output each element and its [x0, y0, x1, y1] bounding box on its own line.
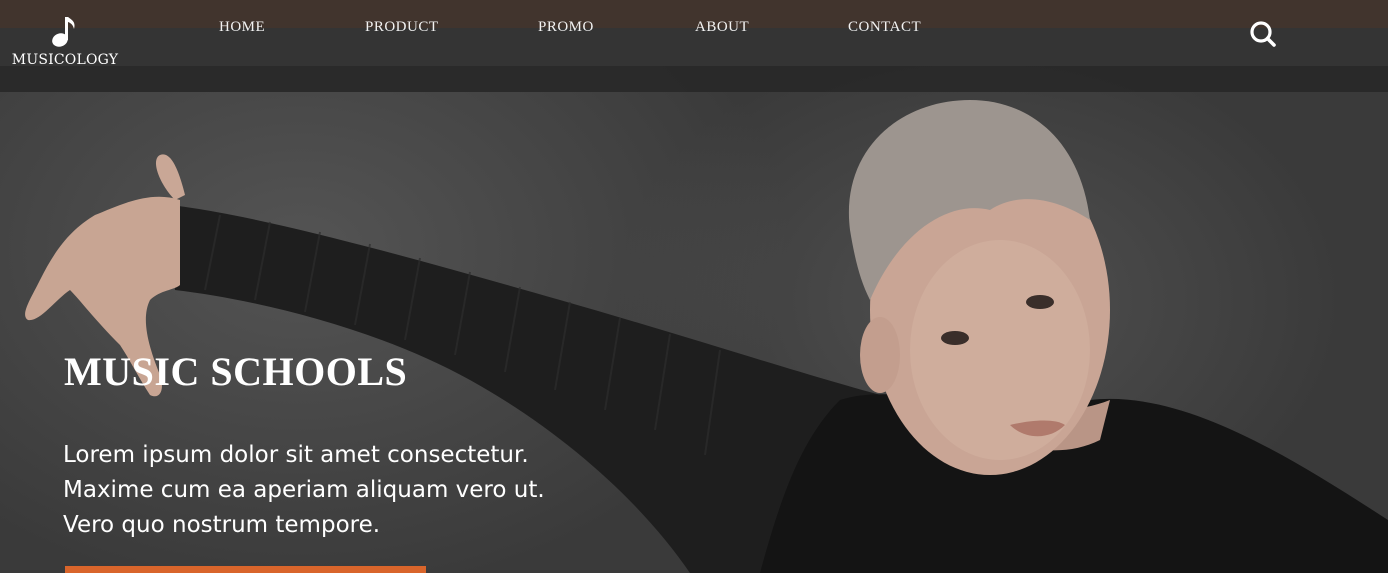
- search-icon: [1250, 21, 1276, 47]
- page: MUSICOLOGY HOME PRODUCT PROMO ABOUT CONT…: [0, 0, 1388, 573]
- nav-home[interactable]: HOME: [219, 19, 265, 36]
- cta-button[interactable]: [65, 566, 426, 573]
- nav-promo[interactable]: PROMO: [538, 19, 594, 36]
- brand-logo[interactable]: MUSICOLOGY: [6, 14, 124, 74]
- nav-contact[interactable]: CONTACT: [848, 19, 921, 36]
- navbar-band: [0, 28, 1388, 66]
- search-button[interactable]: [1247, 18, 1277, 48]
- nav-about[interactable]: ABOUT: [695, 19, 749, 36]
- hero-line: Vero quo nostrum tempore.: [63, 512, 381, 538]
- hero-title: MUSIC SCHOOLS: [64, 349, 408, 394]
- brand-name: MUSICOLOGY: [11, 52, 119, 68]
- nav-product[interactable]: PRODUCT: [365, 19, 439, 36]
- hero-description: Lorem ipsum dolor sit amet consectetur. …: [63, 438, 583, 543]
- hero-line: Maxime cum ea aperiam aliquam vero ut.: [63, 477, 545, 503]
- top-strip: [0, 0, 1388, 28]
- music-note-icon: [52, 17, 75, 47]
- hero-line: Lorem ipsum dolor sit amet consectetur.: [63, 442, 529, 468]
